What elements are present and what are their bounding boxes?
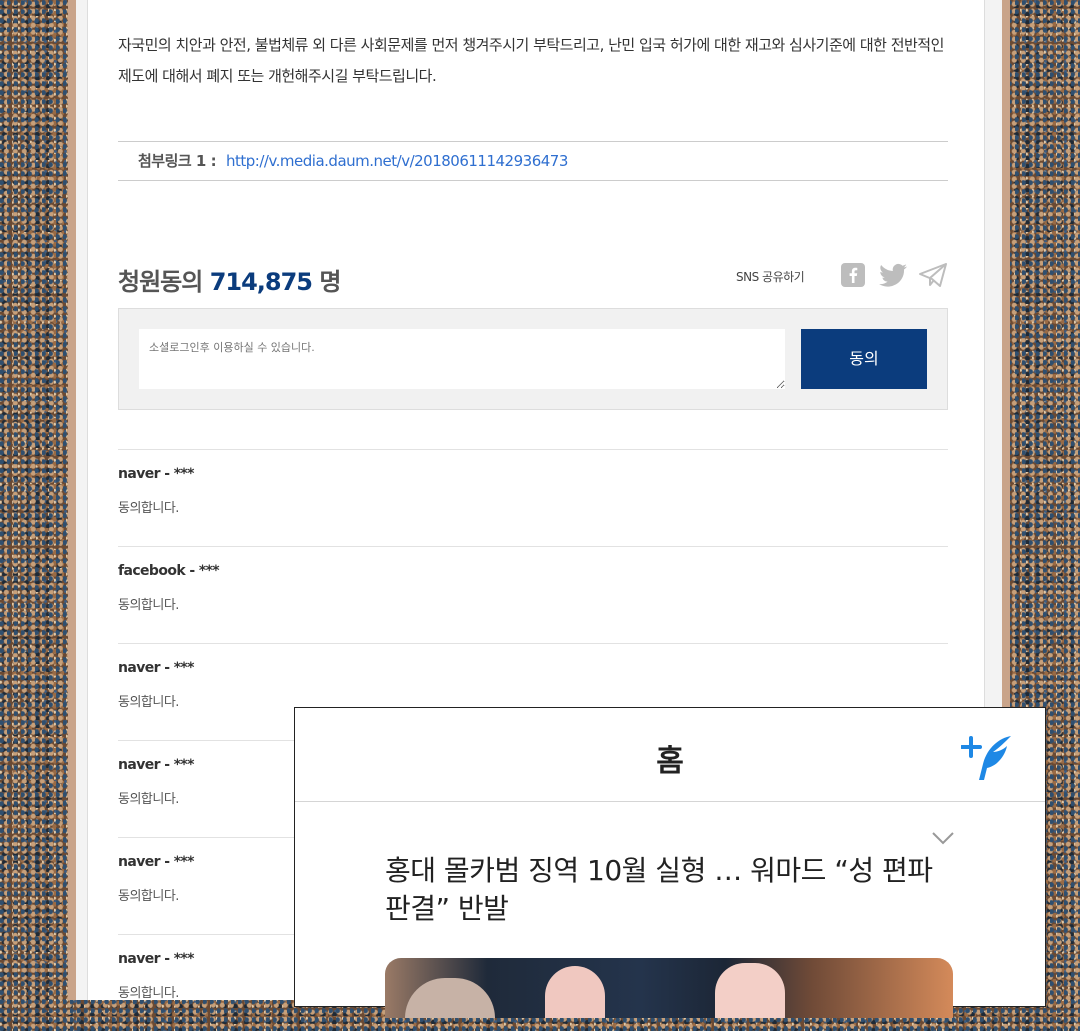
- signature-unit: 명: [319, 268, 341, 296]
- article-headline[interactable]: 홍대 몰카범 징역 10월 실형 … 워마드 “성 편파 판결” 반발: [385, 852, 965, 928]
- comment-author: naver - ***: [118, 854, 194, 870]
- thumbnail-hand: [715, 963, 785, 1018]
- comment-text: 동의합니다.: [118, 792, 179, 807]
- app-title: 홈: [656, 744, 684, 779]
- telegram-icon[interactable]: [918, 262, 948, 288]
- comment-author: facebook - ***: [118, 563, 220, 579]
- sns-share-label: SNS 공유하기: [736, 270, 805, 284]
- agree-button[interactable]: 동의: [801, 329, 927, 389]
- facebook-icon[interactable]: [840, 262, 866, 288]
- comment-text: 동의합니다.: [118, 695, 179, 710]
- twitter-icon[interactable]: [878, 262, 908, 288]
- comment-text: 동의합니다.: [118, 598, 179, 613]
- attachment-label: 첨부링크 1 :: [138, 152, 217, 170]
- comment-author: naver - ***: [118, 660, 194, 676]
- agree-form: 동의: [118, 308, 948, 410]
- comment-text: 동의합니다.: [118, 986, 179, 1001]
- comment-author: naver - ***: [118, 951, 194, 967]
- comment-item: facebook - *** 동의합니다.: [118, 546, 948, 643]
- mobile-app-overlay: 홈 홍대 몰카범 징역 10월 실형 … 워마드 “성 편파 판결” 반발: [294, 707, 1046, 1018]
- thumbnail-figure: [405, 978, 495, 1018]
- signature-count-heading: 청원동의 714,875 명: [118, 262, 341, 297]
- signature-count: 714,875: [209, 268, 313, 296]
- write-quill-icon[interactable]: [961, 734, 1015, 784]
- chevron-down-icon[interactable]: [931, 830, 955, 846]
- comment-item: naver - *** 동의합니다.: [118, 449, 948, 546]
- attachment-row: 첨부링크 1 : http://v.media.daum.net/v/20180…: [118, 141, 948, 181]
- signature-prefix: 청원동의: [118, 268, 203, 296]
- article-thumbnail[interactable]: [385, 958, 953, 1018]
- attachment-link[interactable]: http://v.media.daum.net/v/20180611142936…: [226, 142, 568, 180]
- comment-text: 동의합니다.: [118, 889, 179, 904]
- app-header: 홈: [295, 708, 1045, 802]
- comment-author: naver - ***: [118, 466, 194, 482]
- thumbnail-hand: [545, 966, 605, 1018]
- comment-text: 동의합니다.: [118, 501, 179, 516]
- comment-author: naver - ***: [118, 757, 194, 773]
- petition-body-text: 자국민의 치안과 안전, 불법체류 외 다른 사회문제를 먼저 챙겨주시기 부탁…: [118, 36, 944, 85]
- agree-comment-input[interactable]: [139, 329, 785, 389]
